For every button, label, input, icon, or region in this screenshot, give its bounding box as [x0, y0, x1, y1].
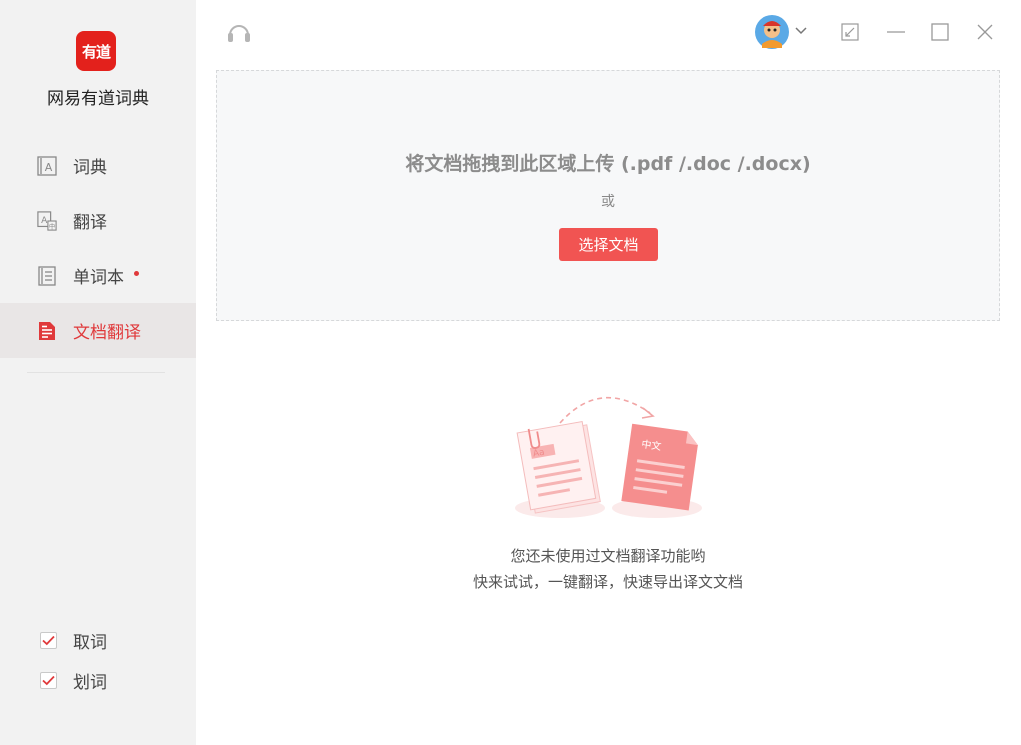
svg-text:A: A	[45, 161, 53, 174]
sidebar-item-document-translate[interactable]: 文档翻译	[0, 303, 196, 358]
document-icon	[37, 321, 57, 341]
sidebar-item-label: 词典	[73, 158, 107, 178]
app-name: 网易有道词典	[47, 89, 149, 109]
dictionary-icon: A	[37, 155, 57, 176]
maximize-icon[interactable]	[930, 22, 950, 42]
notification-dot	[134, 271, 139, 276]
sidebar-item-label: 单词本	[73, 268, 124, 288]
empty-state-illustration: Aa 中文	[505, 388, 710, 528]
minimize-icon[interactable]	[885, 22, 907, 42]
svg-text:中: 中	[49, 221, 55, 230]
close-icon[interactable]	[975, 22, 995, 42]
chevron-down-icon[interactable]	[794, 24, 808, 38]
checkbox[interactable]	[40, 671, 57, 689]
sidebar-divider	[27, 372, 165, 373]
sidebar-item-dictionary[interactable]: A 词典	[0, 138, 196, 193]
checkbox[interactable]	[40, 631, 57, 649]
sidebar: 有道 网易有道词典 A 词典 A 中 翻译 单词本 文档翻译 取词 划词	[0, 0, 196, 745]
sidebar-item-wordbook[interactable]: 单词本	[0, 248, 196, 303]
drop-zone-title: 将文档拖拽到此区域上传 (.pdf /.doc /.docx)	[405, 153, 811, 175]
shrink-icon[interactable]	[840, 22, 860, 42]
translate-icon: A 中	[37, 210, 57, 231]
headset-icon[interactable]	[226, 20, 252, 46]
checkbox-label: 划词	[73, 672, 107, 693]
checkbox-label: 取词	[73, 632, 107, 653]
sidebar-item-label: 文档翻译	[73, 323, 141, 343]
empty-state-hint: 快来试试，一键翻译，快速导出译文文档	[472, 573, 743, 591]
app-logo: 有道	[76, 31, 116, 71]
svg-text:A: A	[41, 215, 48, 225]
empty-state-message: 您还未使用过文档翻译功能哟	[510, 547, 706, 565]
check-icon	[42, 635, 55, 645]
check-icon	[42, 675, 55, 685]
sidebar-item-translate[interactable]: A 中 翻译	[0, 193, 196, 248]
select-word-toggle[interactable]: 划词	[40, 669, 107, 693]
capture-word-toggle[interactable]: 取词	[40, 629, 107, 653]
upload-drop-zone[interactable]: 将文档拖拽到此区域上传 (.pdf /.doc /.docx) 或 选择文档	[216, 70, 1000, 321]
avatar[interactable]	[754, 14, 790, 50]
sidebar-item-label: 翻译	[73, 213, 107, 233]
or-separator: 或	[601, 194, 615, 210]
wordbook-icon	[37, 265, 57, 286]
choose-document-button[interactable]: 选择文档	[559, 228, 658, 261]
source-language-tag: Aa	[532, 448, 545, 460]
